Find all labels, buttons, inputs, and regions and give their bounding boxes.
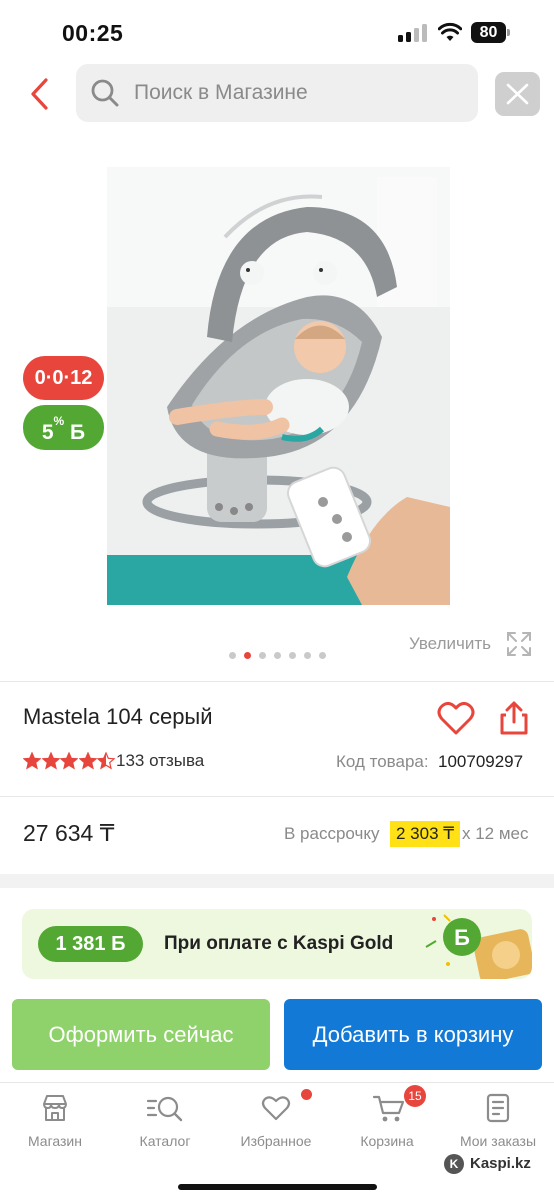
cellular-signal-icon (398, 24, 428, 42)
tab-catalog[interactable]: Каталог (110, 1083, 220, 1163)
wifi-icon (438, 22, 462, 41)
close-button[interactable] (495, 72, 540, 116)
catalog-search-icon (146, 1096, 183, 1122)
divider (0, 796, 554, 797)
cart-icon (372, 1095, 405, 1122)
back-arrow-icon[interactable] (24, 74, 58, 114)
tab-label: Избранное (240, 1133, 312, 1149)
star-icon (97, 752, 115, 770)
bonus-percent: 5 (41, 421, 54, 444)
tab-label: Корзина (360, 1133, 414, 1149)
gallery-dot[interactable] (274, 652, 281, 659)
star-icon (60, 752, 78, 770)
installment-label: В рассрочку (284, 824, 380, 843)
bonus-percent-sign: % (53, 414, 65, 428)
gold-bonus-badge: 1 381 Б (38, 926, 143, 962)
search-input[interactable]: Поиск в Магазине (134, 64, 308, 122)
product-photo[interactable] (107, 167, 450, 605)
kaspi-logo-icon: K (444, 1154, 464, 1174)
search-bar[interactable]: Поиск в Магазине (76, 64, 478, 122)
watermark-text: Kaspi.kz (470, 1155, 531, 1172)
gallery-dot[interactable] (244, 652, 251, 659)
bonus-badge: 5% Б (23, 405, 104, 450)
installment-badge: 0·0·12 (23, 356, 104, 400)
reviews-link[interactable]: 133 отзыва (116, 751, 204, 771)
zoom-label[interactable]: Увеличить (409, 634, 491, 654)
tab-label: Магазин (27, 1133, 82, 1149)
tab-favorites[interactable]: Избранное (221, 1083, 331, 1163)
gallery-dot[interactable] (304, 652, 311, 659)
product-title: Mastela 104 серый (23, 704, 213, 729)
checkout-now-button[interactable]: Оформить сейчас (12, 999, 270, 1070)
star-icon (23, 752, 41, 770)
search-icon (91, 79, 119, 107)
add-to-cart-button[interactable]: Добавить в корзину (284, 999, 542, 1070)
status-bar: 00:25 80 (0, 0, 554, 64)
divider (0, 681, 554, 682)
svg-text:Б: Б (454, 925, 470, 950)
heart-icon (261, 1096, 291, 1121)
bonus-currency: Б (70, 421, 86, 444)
tab-store[interactable]: Магазин (0, 1083, 110, 1163)
close-icon (506, 83, 529, 105)
expand-icon[interactable] (505, 630, 533, 658)
kaspi-gold-card-icon: Б (425, 914, 532, 979)
gallery-dot[interactable] (229, 652, 236, 659)
tab-orders[interactable]: Мои заказы (443, 1083, 553, 1163)
product-price: 27 634 ₸ (23, 820, 115, 846)
favorites-notification-dot (301, 1089, 312, 1100)
sku-value: 100709297 (438, 752, 524, 771)
status-time: 00:25 (62, 20, 124, 46)
cart-count-badge: 15 (404, 1085, 426, 1107)
home-indicator[interactable] (178, 1184, 377, 1190)
tab-label: Каталог (139, 1133, 191, 1149)
baby-swing-illustration (107, 167, 450, 605)
orders-icon (486, 1093, 510, 1123)
tab-label: Мои заказы (459, 1133, 537, 1149)
star-icon (78, 752, 97, 770)
star-icon (41, 752, 60, 770)
bottom-tab-bar: Магазин Каталог Избранное Корзина Мои за… (0, 1082, 554, 1200)
battery-icon: 80 (471, 22, 511, 43)
gallery-dot[interactable] (289, 652, 296, 659)
battery-level: 80 (471, 22, 506, 43)
gallery-dot[interactable] (259, 652, 266, 659)
section-separator (0, 874, 554, 888)
gallery-dot[interactable] (319, 652, 326, 659)
share-icon[interactable] (498, 700, 530, 736)
installment-amount: 2 303 ₸ (390, 821, 461, 847)
installment-term: x 12 мес (462, 824, 529, 843)
gold-banner-text: При оплате с Kaspi Gold (164, 933, 394, 954)
heart-icon[interactable] (437, 700, 475, 736)
kaspi-gold-banner[interactable]: 1 381 Б При оплате с Kaspi Gold Б (22, 909, 532, 979)
store-icon (43, 1095, 67, 1121)
sku-label: Код товара: (336, 752, 429, 771)
